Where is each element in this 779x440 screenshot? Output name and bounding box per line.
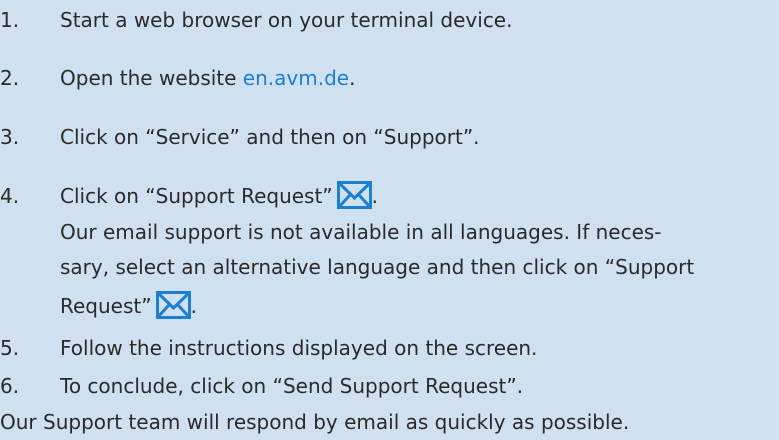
note-text: Our email support is not available in al… [60, 220, 662, 244]
step-text: To conclude, click on “Send Support Requ… [60, 374, 524, 398]
step-text-before: Click on “Support Request” [60, 184, 333, 208]
step-number: 2. [0, 66, 20, 90]
step-text: Follow the instructions displayed on the… [60, 336, 538, 360]
step-text: Open the website en.avm.de. [60, 62, 355, 95]
step-number: 3. [0, 125, 20, 149]
step-number: 5. [0, 336, 20, 360]
support-instructions: 1. Start a web browser on your terminal … [0, 0, 779, 440]
support-footer-note: Our Support team will respond by email a… [0, 410, 630, 434]
note-text-after: . [190, 294, 197, 318]
envelope-icon [336, 181, 372, 209]
step-text-after: . [371, 184, 379, 208]
note-text: Request”. [60, 290, 197, 323]
step-text: Start a web browser on your terminal dev… [60, 8, 513, 32]
step-text: Click on “Service” and then on “Support”… [60, 125, 480, 149]
step-number: 1. [0, 8, 20, 32]
step-text: Click on “Support Request”. [60, 180, 378, 213]
step-number: 6. [0, 374, 20, 398]
step-number: 4. [0, 184, 20, 208]
step-text-after: . [349, 66, 356, 90]
step-text-before: Open the website [60, 66, 243, 90]
avm-website-link[interactable]: en.avm.de [243, 66, 349, 90]
note-text: sary, select an alternative language and… [60, 255, 695, 279]
note-text-before: Request” [60, 294, 152, 318]
envelope-icon [155, 291, 191, 319]
